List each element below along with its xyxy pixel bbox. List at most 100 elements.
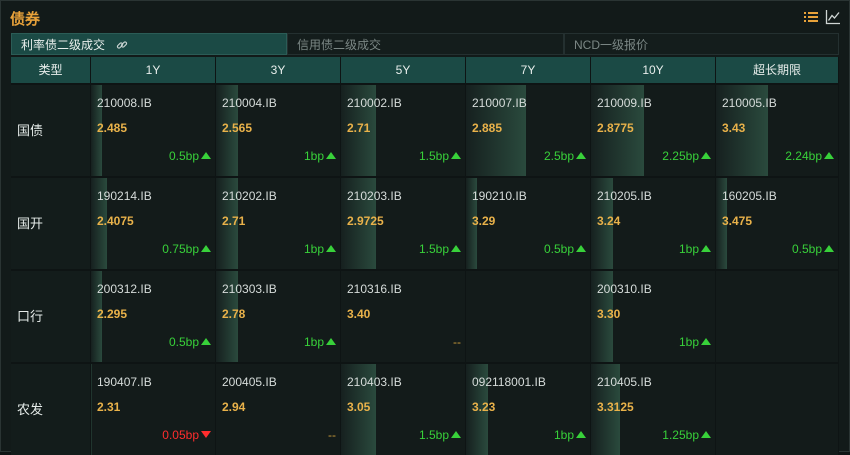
bond-code: 210002.IB — [347, 96, 402, 110]
empty-cell — [466, 271, 591, 362]
bond-code: 190214.IB — [97, 189, 152, 203]
tab-label: NCD一级报价 — [574, 38, 648, 52]
change-value: 1bp — [678, 335, 699, 349]
change-value: 2.25bp — [662, 149, 699, 163]
tab-ncd-quote[interactable]: NCD一级报价 — [564, 33, 839, 55]
bond-cell[interactable]: 210009.IB 2.8775 2.25bp — [591, 85, 716, 176]
arrow-up-icon — [576, 431, 586, 438]
column-header[interactable]: 3Y — [216, 57, 341, 83]
change-bar — [91, 364, 93, 455]
bond-cell[interactable]: 210005.IB 3.43 2.24bp — [716, 85, 839, 176]
bond-yield: 3.05 — [347, 400, 371, 414]
arrow-up-icon — [326, 338, 336, 345]
bond-yield: 2.71 — [222, 214, 246, 228]
arrow-up-icon — [201, 245, 211, 252]
bond-cell[interactable]: 200310.IB 3.30 1bp — [591, 271, 716, 362]
yield-change: 0.75bp — [162, 242, 211, 256]
column-header[interactable]: 超长期限 — [716, 57, 839, 83]
bond-cell[interactable]: 210007.IB 2.885 2.5bp — [466, 85, 591, 176]
column-header[interactable]: 10Y — [591, 57, 716, 83]
bond-cell[interactable]: 210008.IB 2.485 0.5bp — [91, 85, 216, 176]
arrow-up-icon — [576, 245, 586, 252]
bond-cell[interactable]: 200312.IB 2.295 0.5bp — [91, 271, 216, 362]
bond-code: 160205.IB — [722, 189, 777, 203]
bond-yield: 2.485 — [97, 121, 128, 135]
bond-code: 200312.IB — [97, 282, 152, 296]
bond-cell[interactable]: 210316.IB 3.40 -- — [341, 271, 466, 362]
yield-change: 2.5bp — [544, 149, 586, 163]
bond-cell[interactable]: 210405.IB 3.3125 1.25bp — [591, 364, 716, 455]
arrow-up-icon — [201, 152, 211, 159]
change-value: 2.5bp — [543, 149, 574, 163]
bond-code: 210205.IB — [597, 189, 652, 203]
arrow-up-icon — [326, 152, 336, 159]
yield-change: 1.5bp — [419, 428, 461, 442]
yield-change: 0.5bp — [544, 242, 586, 256]
link-icon[interactable] — [116, 36, 128, 58]
bond-cell[interactable]: 210403.IB 3.05 1.5bp — [341, 364, 466, 455]
bond-panel: 债券 利率债二级成交 信用债二级成交 NCD一级报价 类型 1Y 3Y 5Y 7… — [0, 0, 850, 455]
yield-change: 2.25bp — [662, 149, 711, 163]
bond-cell[interactable]: 210004.IB 2.565 1bp — [216, 85, 341, 176]
bond-cell[interactable]: 190407.IB 2.31 0.05bp — [91, 364, 216, 455]
change-value: 1bp — [303, 242, 324, 256]
bond-yield: 2.71 — [347, 121, 371, 135]
bond-cell[interactable]: 190210.IB 3.29 0.5bp — [466, 178, 591, 269]
yield-change: -- — [328, 428, 336, 442]
bond-code: 190407.IB — [97, 375, 152, 389]
bond-code: 092118001.IB — [472, 375, 546, 389]
bond-yield: 2.885 — [472, 121, 503, 135]
bond-cell[interactable]: 092118001.IB 3.23 1bp — [466, 364, 591, 455]
bond-cell[interactable]: 210002.IB 2.71 1.5bp — [341, 85, 466, 176]
empty-cell — [716, 364, 839, 455]
tab-credit-bond[interactable]: 信用债二级成交 — [287, 33, 564, 55]
bond-cell[interactable]: 160205.IB 3.475 0.5bp — [716, 178, 839, 269]
arrow-up-icon — [701, 245, 711, 252]
change-value: -- — [328, 428, 336, 442]
bond-cell[interactable]: 190214.IB 2.4075 0.75bp — [91, 178, 216, 269]
bond-code: 210303.IB — [222, 282, 277, 296]
arrow-up-icon — [201, 338, 211, 345]
bond-code: 210005.IB — [722, 96, 777, 110]
bond-yield: 2.4075 — [97, 214, 134, 228]
bond-yield: 3.43 — [722, 121, 746, 135]
line-chart-icon[interactable] — [825, 9, 841, 25]
table-row: 农发 190407.IB 2.31 0.05bp 200405.IB 2.94 -- 2104… — [11, 362, 839, 455]
table-row: 国债 210008.IB 2.485 0.5bp 210004.IB 2.565 1bp 21… — [11, 83, 839, 176]
yield-change: 0.5bp — [169, 149, 211, 163]
change-value: 2.24bp — [785, 149, 822, 163]
yield-change: 1bp — [679, 242, 711, 256]
column-header[interactable]: 7Y — [466, 57, 591, 83]
arrow-up-icon — [824, 152, 834, 159]
bond-cell[interactable]: 200405.IB 2.94 -- — [216, 364, 341, 455]
bond-yield: 2.295 — [97, 307, 128, 321]
change-value: 0.5bp — [791, 242, 822, 256]
bond-yield: 3.24 — [597, 214, 621, 228]
yield-change: -- — [453, 335, 461, 349]
bond-code: 210009.IB — [597, 96, 652, 110]
bond-yield: 2.565 — [222, 121, 253, 135]
bond-code: 190210.IB — [472, 189, 527, 203]
bond-cell[interactable]: 210205.IB 3.24 1bp — [591, 178, 716, 269]
panel-header: 债券 — [1, 1, 849, 33]
bond-yield: 2.8775 — [597, 121, 634, 135]
bond-cell[interactable]: 210202.IB 2.71 1bp — [216, 178, 341, 269]
list-icon[interactable] — [803, 9, 819, 25]
tab-rate-bond[interactable]: 利率债二级成交 — [11, 33, 287, 55]
row-label: 口行 — [11, 271, 91, 362]
bond-cell[interactable]: 210303.IB 2.78 1bp — [216, 271, 341, 362]
yield-change: 1bp — [304, 335, 336, 349]
yield-change: 2.24bp — [785, 149, 834, 163]
column-header[interactable]: 5Y — [341, 57, 466, 83]
bond-yield: 2.78 — [222, 307, 246, 321]
bond-cell[interactable]: 210203.IB 2.9725 1.5bp — [341, 178, 466, 269]
bond-grid: 类型 1Y 3Y 5Y 7Y 10Y 超长期限 国债 210008.IB 2.485… — [11, 57, 839, 455]
column-header[interactable]: 1Y — [91, 57, 216, 83]
yield-change: 0.5bp — [792, 242, 834, 256]
bond-yield: 3.475 — [722, 214, 753, 228]
tab-label: 利率债二级成交 — [21, 38, 106, 52]
panel-title: 债券 — [10, 11, 41, 28]
change-value: 1.5bp — [418, 428, 449, 442]
arrow-up-icon — [701, 152, 711, 159]
bond-yield: 3.3125 — [597, 400, 634, 414]
